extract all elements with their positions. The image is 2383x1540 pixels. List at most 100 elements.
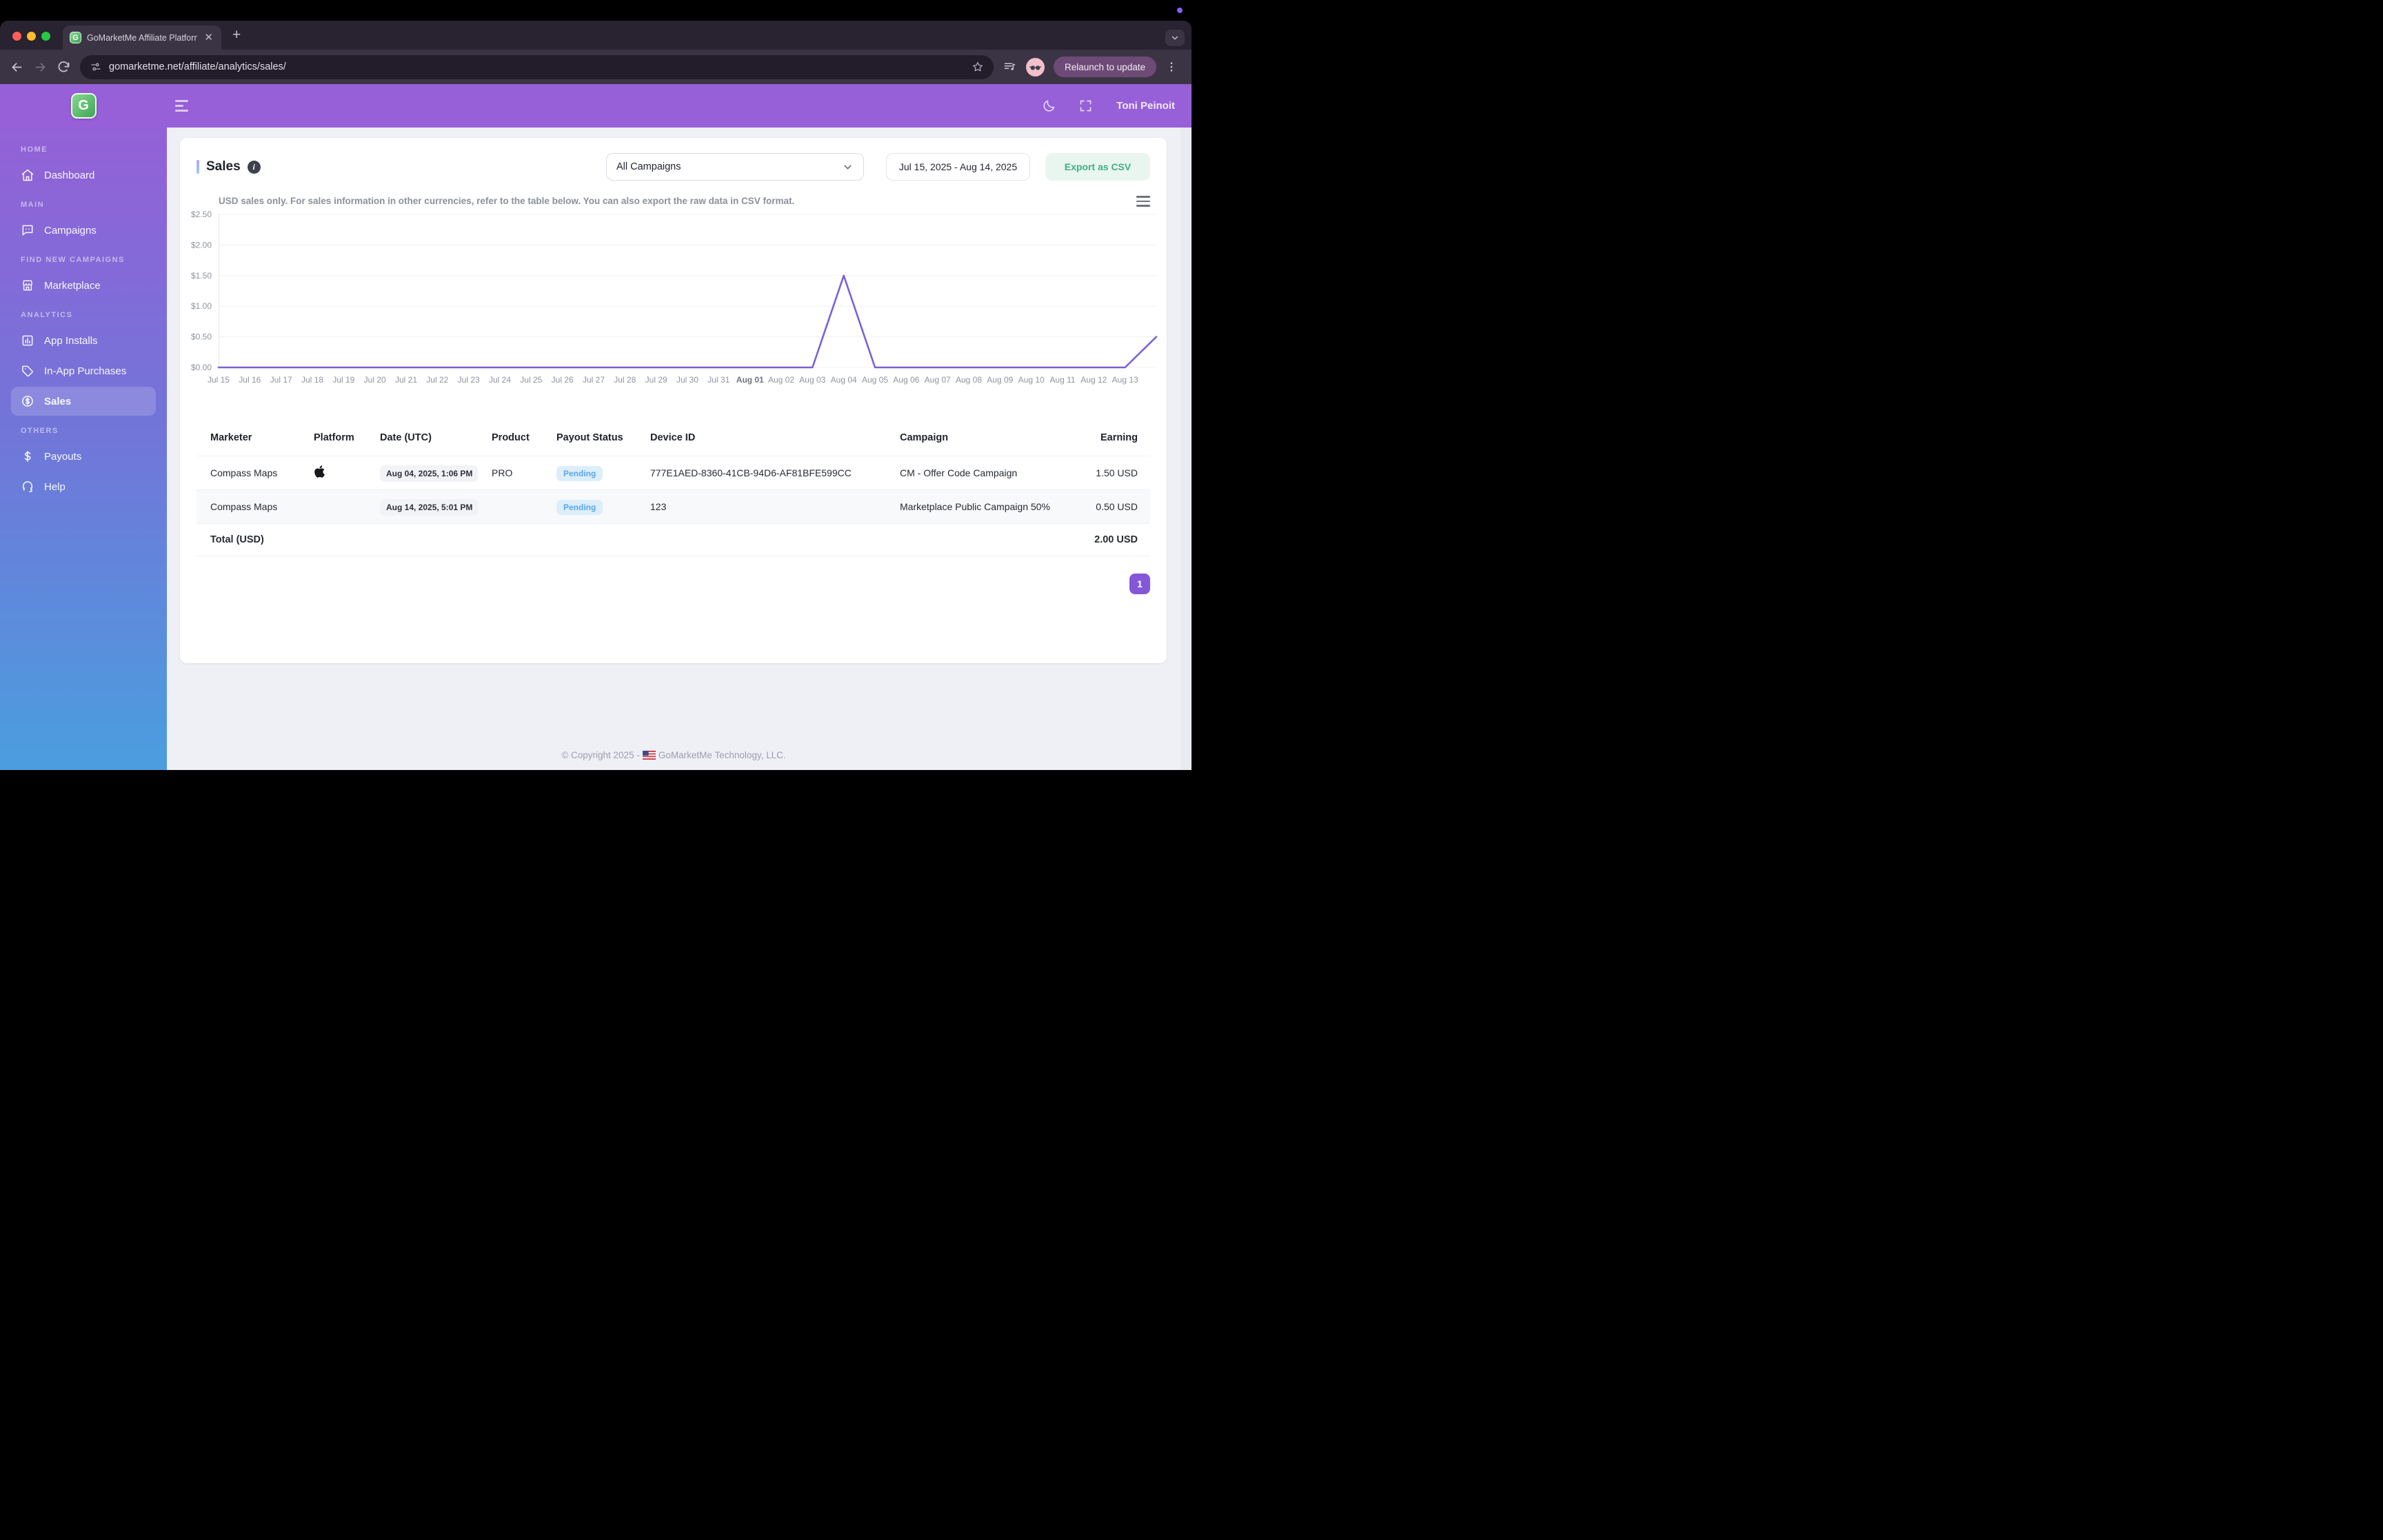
date-pill: Aug 14, 2025, 5:01 PM — [380, 498, 478, 516]
menu-bar — [0, 0, 1192, 21]
browser-tab[interactable]: G GoMarketMe Affiliate Platform ✕ — [63, 26, 221, 50]
platform-cell — [300, 489, 366, 524]
sidebar-toggle-icon[interactable] — [175, 99, 193, 113]
site-settings-icon[interactable] — [90, 61, 102, 73]
product-cell — [478, 489, 543, 524]
sidebar-item-in-app-purchases[interactable]: In-App Purchases — [11, 356, 156, 385]
sidebar-section-label: ANALYTICS — [21, 311, 73, 319]
table-row: Compass Maps Aug 04, 2025, 1:06 PM PRO Pend… — [197, 456, 1150, 490]
scrollbar-track[interactable] — [1180, 128, 1192, 770]
home-icon — [21, 168, 34, 182]
marketer-cell: Compass Maps — [197, 489, 300, 524]
svg-text:Aug 08: Aug 08 — [956, 375, 982, 385]
back-icon[interactable] — [10, 60, 24, 74]
date-range-input[interactable]: Jul 15, 2025 - Aug 14, 2025 — [886, 153, 1030, 181]
tab-strip: G GoMarketMe Affiliate Platform ✕ + — [0, 21, 1192, 50]
sidebar-item-label: Dashboard — [44, 169, 95, 181]
payout-status-cell: Pending — [543, 456, 636, 490]
user-menu[interactable]: Toni Peinoit — [1116, 100, 1175, 112]
info-icon[interactable]: i — [247, 160, 261, 174]
pagination-page-1-button[interactable]: 1 — [1129, 574, 1150, 594]
dark-mode-moon-icon[interactable] — [1042, 99, 1056, 113]
marketer-cell: Compass Maps — [197, 456, 300, 490]
export-csv-button[interactable]: Export as CSV — [1045, 153, 1150, 181]
reload-icon[interactable] — [57, 60, 71, 74]
product-cell: PRO — [478, 456, 543, 490]
media-playlist-icon[interactable] — [1003, 60, 1017, 74]
bookmark-star-icon[interactable] — [972, 61, 984, 73]
tab-close-icon[interactable]: ✕ — [203, 31, 214, 44]
svg-text:Aug 10: Aug 10 — [1018, 375, 1045, 385]
sidebar-item-marketplace[interactable]: Marketplace — [11, 271, 156, 300]
device-id-cell: 777E1AED-8360-41CB-94D6-AF81BFE599CC — [636, 456, 886, 490]
column-header-product: Product — [478, 420, 543, 456]
svg-text:Jul 19: Jul 19 — [332, 375, 354, 385]
total-value: 2.00 USD — [1060, 523, 1150, 556]
copyright-company: GoMarketMe Technology, LLC. — [658, 750, 786, 760]
svg-text:Aug 07: Aug 07 — [925, 375, 951, 385]
url-text[interactable]: gomarketme.net/affiliate/analytics/sales… — [109, 61, 965, 72]
svg-text:Aug 12: Aug 12 — [1080, 375, 1107, 385]
sidebar-item-label: Sales — [44, 395, 72, 407]
svg-text:Jul 25: Jul 25 — [520, 375, 542, 385]
minimize-window-button[interactable] — [27, 31, 36, 41]
close-window-button[interactable] — [12, 31, 21, 41]
campaign-filter-value: All Campaigns — [616, 161, 681, 172]
sidebar-item-sales[interactable]: Sales — [11, 387, 156, 416]
svg-text:Aug 11: Aug 11 — [1049, 375, 1075, 385]
tab-search-chevron-icon[interactable] — [1165, 30, 1185, 46]
svg-text:Jul 28: Jul 28 — [614, 375, 636, 385]
new-tab-button[interactable]: + — [232, 27, 241, 43]
svg-text:Aug 02: Aug 02 — [768, 375, 794, 385]
browser-profile-avatar[interactable] — [1026, 57, 1045, 77]
fullscreen-icon[interactable] — [1078, 99, 1093, 113]
sidebar-item-label: Help — [44, 480, 66, 493]
footer-copyright: © Copyright 2025 - GoMarketMe Technology,… — [167, 750, 1180, 760]
sidebar-item-dashboard[interactable]: Dashboard — [11, 161, 156, 190]
sidebar-item-campaigns[interactable]: Campaigns — [11, 216, 156, 245]
svg-text:$1.00: $1.00 — [191, 301, 212, 311]
apple-logo-icon — [314, 465, 325, 478]
campaign-filter-select[interactable]: All Campaigns — [606, 153, 864, 181]
us-flag-icon — [642, 751, 656, 760]
store-icon — [21, 278, 34, 292]
browser-menu-icon[interactable] — [1165, 61, 1178, 73]
svg-text:Jul 22: Jul 22 — [426, 375, 448, 385]
sidebar-section-label: HOME — [21, 145, 48, 154]
forward-icon[interactable] — [33, 60, 48, 74]
notification-dot — [1177, 8, 1183, 13]
zoom-window-button[interactable] — [41, 31, 50, 41]
sales-card: Sales i All Campaigns Jul 15, 2025 - Aug… — [180, 138, 1167, 663]
svg-text:Aug 03: Aug 03 — [799, 375, 825, 385]
url-bar[interactable]: gomarketme.net/affiliate/analytics/sales… — [80, 54, 994, 79]
sidebar-item-help[interactable]: Help — [11, 472, 156, 501]
sidebar-item-payouts[interactable]: Payouts — [11, 442, 156, 471]
controls-row: Sales i All Campaigns Jul 15, 2025 - Aug… — [197, 153, 1150, 181]
svg-text:Jul 26: Jul 26 — [552, 375, 574, 385]
earning-cell: 0.50 USD — [1060, 489, 1150, 524]
bar-chart-icon — [21, 334, 34, 347]
sales-line-chart: $0.00 $0.50 $1.00 $1.50 $2.00 $2.50 Jul 15 Jul … — [191, 210, 1158, 388]
tab-title: GoMarketMe Affiliate Platform — [87, 32, 198, 43]
svg-text:Jul 23: Jul 23 — [458, 375, 480, 385]
relaunch-to-update-button[interactable]: Relaunch to update — [1054, 57, 1157, 77]
page-title: Sales — [206, 159, 241, 174]
svg-text:Aug 13: Aug 13 — [1112, 375, 1138, 385]
sidebar-item-app-installs[interactable]: App Installs — [11, 326, 156, 355]
platform-cell — [300, 456, 366, 490]
svg-text:Jul 29: Jul 29 — [645, 375, 667, 385]
chevron-down-icon — [842, 161, 854, 173]
tab-favicon: G — [70, 32, 81, 43]
svg-text:Jul 24: Jul 24 — [489, 375, 511, 385]
svg-text:Jul 17: Jul 17 — [270, 375, 292, 385]
payout-status-badge: Pending — [556, 465, 603, 481]
gomarketme-logo[interactable]: G — [70, 93, 97, 119]
svg-text:Aug 09: Aug 09 — [987, 375, 1013, 385]
chart-menu-icon[interactable] — [1136, 196, 1150, 207]
svg-text:Aug 04: Aug 04 — [831, 375, 857, 385]
column-header-date-utc-: Date (UTC) — [366, 420, 478, 456]
date-pill: Aug 04, 2025, 1:06 PM — [380, 465, 478, 482]
logo-zone: G — [0, 93, 167, 119]
column-header-payout-status: Payout Status — [543, 420, 636, 456]
app-header: G Toni Peinoit — [0, 84, 1192, 128]
